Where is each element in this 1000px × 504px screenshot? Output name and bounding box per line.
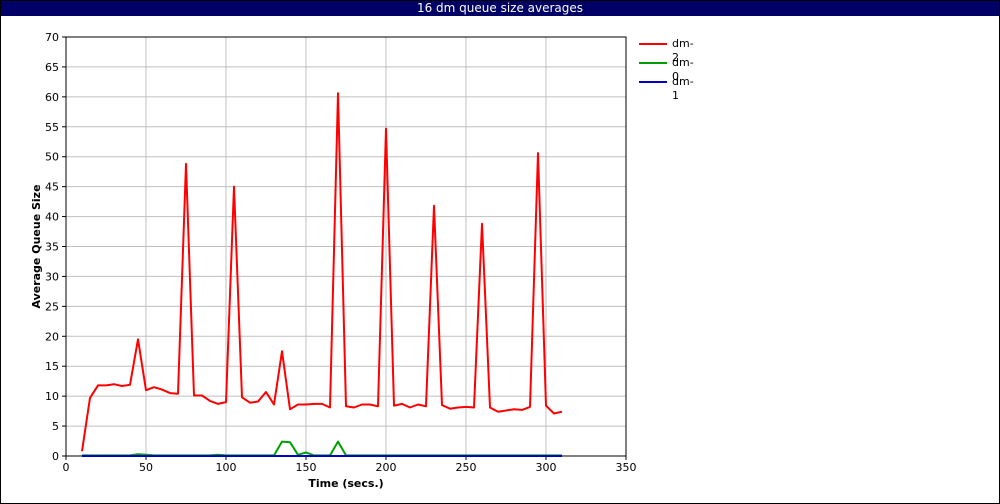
x-axis-title: Time (secs.): [308, 477, 383, 490]
legend-swatch: [639, 62, 667, 64]
legend-label: dm-1: [672, 75, 694, 102]
y-tick-label: 50: [45, 151, 59, 164]
x-tick-label: 50: [139, 461, 153, 474]
x-tick-label: 100: [216, 461, 237, 474]
legend-swatch: [639, 43, 667, 45]
y-tick-label: 0: [52, 450, 59, 463]
y-axis-title: Average Queue Size: [30, 184, 43, 308]
y-tick-label: 20: [45, 330, 59, 343]
x-tick-label: 300: [536, 461, 557, 474]
y-tick-label: 5: [52, 420, 59, 433]
x-tick-label: 250: [456, 461, 477, 474]
y-tick-label: 10: [45, 390, 59, 403]
y-tick-label: 25: [45, 300, 59, 313]
y-tick-label: 65: [45, 61, 59, 74]
y-tick-label: 45: [45, 181, 59, 194]
y-tick-label: 30: [45, 270, 59, 283]
y-tick-label: 40: [45, 211, 59, 224]
chart-window: 16 dm queue size averages 0 50 100 150 200 25…: [0, 0, 1000, 504]
y-tick-label: 35: [45, 241, 59, 254]
line-chart: 0 50 100 150 200 250 300 350 0 5 10 15 20 25 30 35 40 45 5…: [30, 31, 637, 490]
legend-swatch: [639, 81, 667, 83]
y-tick-label: 60: [45, 91, 59, 104]
x-tick-label: 350: [616, 461, 637, 474]
y-tick-label: 15: [45, 360, 59, 373]
y-tick-label: 55: [45, 121, 59, 134]
x-tick-label: 0: [63, 461, 70, 474]
x-tick-label: 150: [296, 461, 317, 474]
y-tick-label: 70: [45, 31, 59, 44]
x-tick-label: 200: [376, 461, 397, 474]
